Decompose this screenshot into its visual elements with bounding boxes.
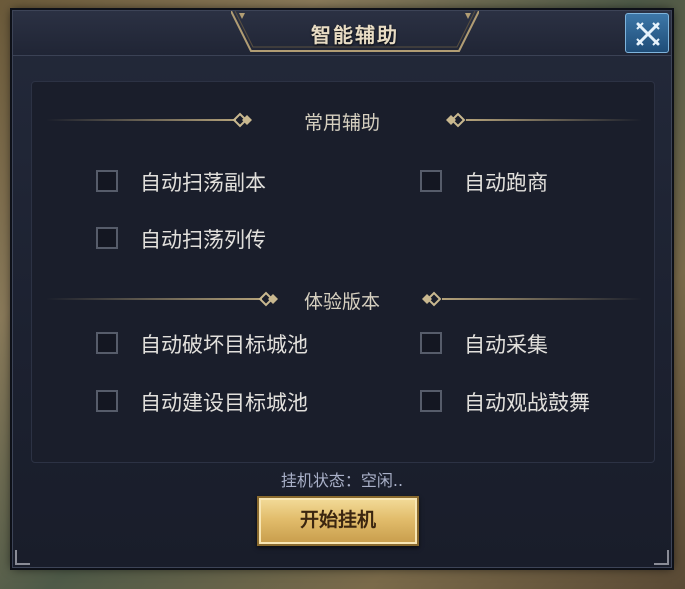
section-divider-common: 常用辅助 — [32, 108, 654, 134]
option-label: 自动观战鼓舞 — [464, 391, 590, 415]
corner-ornament-icon — [654, 550, 669, 565]
start-idle-button-label: 开始挂机 — [299, 509, 376, 531]
diamond-ornament-icon — [422, 291, 442, 307]
option-label: 自动跑商 — [464, 171, 548, 195]
option-label: 自动建设目标城池 — [140, 391, 308, 415]
diamond-ornament-icon — [446, 112, 466, 128]
section-title-trial: 体验版本 — [303, 291, 380, 313]
checkbox[interactable] — [96, 170, 118, 192]
option-label: 自动采集 — [464, 333, 548, 357]
checkbox[interactable] — [96, 332, 118, 354]
checkbox[interactable] — [420, 332, 442, 354]
checkbox[interactable] — [96, 227, 118, 249]
start-idle-button[interactable]: 开始挂机 — [257, 496, 419, 546]
close-button[interactable] — [625, 13, 669, 53]
checkbox[interactable] — [420, 170, 442, 192]
section-divider-trial: 体验版本 — [32, 287, 654, 313]
idle-status-text: 挂机状态：空闲.. — [280, 471, 404, 490]
corner-ornament-icon — [15, 550, 30, 565]
checkbox[interactable] — [96, 390, 118, 412]
options-area: 常用辅助 自动扫荡副本 自动跑商 自动扫荡列传 体验版本 自动破坏目标城池 自动… — [31, 81, 655, 463]
smart-assist-dialog: 智能辅助 常用辅助 自动扫荡副本 自动跑商 自动扫荡列传 体验版本 自动破坏目标… — [12, 10, 672, 568]
checkbox[interactable] — [420, 390, 442, 412]
diamond-ornament-icon — [232, 112, 252, 128]
option-label: 自动扫荡副本 — [140, 171, 266, 195]
section-title-common: 常用辅助 — [303, 112, 380, 134]
title-bar: 智能辅助 — [13, 11, 671, 56]
crossed-swords-close-icon — [636, 22, 660, 46]
option-label: 自动扫荡列传 — [140, 228, 266, 252]
title-tab: 智能辅助 — [231, 11, 479, 53]
dialog-title: 智能辅助 — [311, 23, 399, 47]
option-label: 自动破坏目标城池 — [140, 333, 308, 357]
